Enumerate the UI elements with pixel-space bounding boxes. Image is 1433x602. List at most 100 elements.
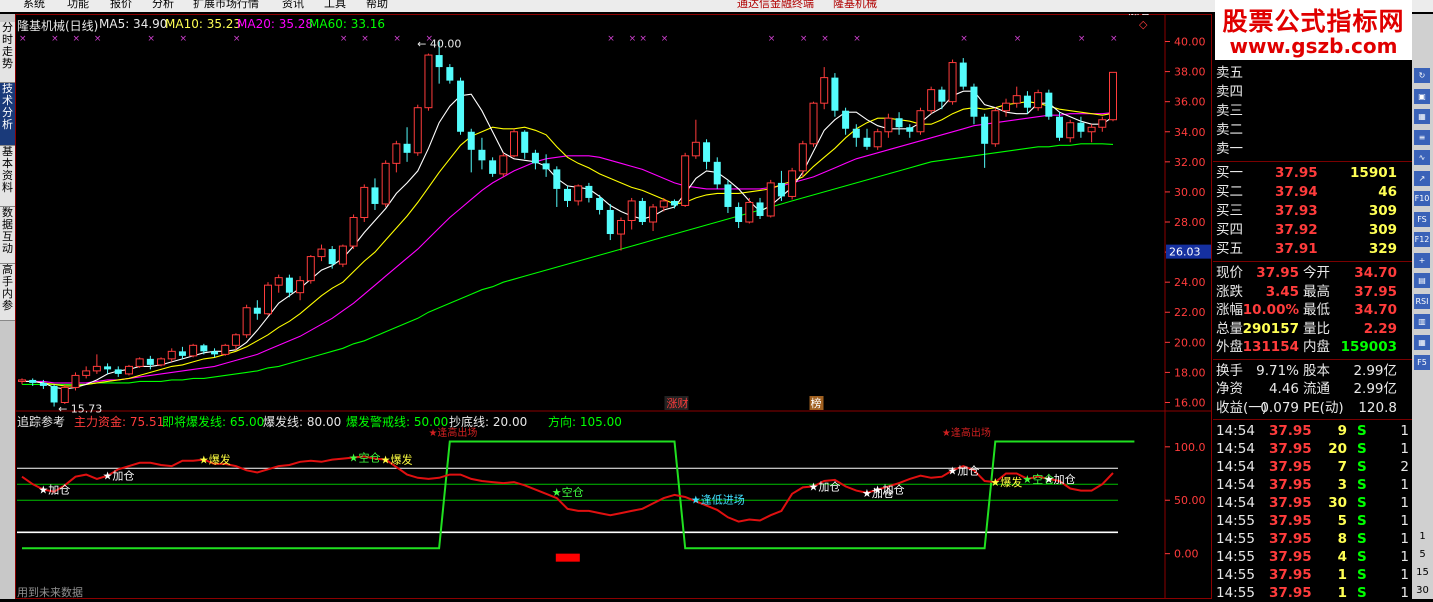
cross-marker: × [361, 34, 369, 44]
candle [895, 112, 903, 135]
candle [981, 113, 989, 168]
stat-label: 总量 [1216, 320, 1243, 337]
candle [531, 149, 539, 170]
menu-item-function[interactable]: 功能 [67, 0, 89, 10]
price-tag-label: 26.03 [1169, 246, 1201, 259]
candle [413, 104, 422, 156]
candle-body [457, 80, 465, 132]
tab-fundamentals[interactable]: 基本资料 [0, 146, 15, 207]
tab-data-interaction[interactable]: 数据互动 [0, 207, 15, 264]
order-book-sell-row: 卖五 [1213, 64, 1412, 82]
candle-body [82, 370, 91, 376]
candle [788, 167, 797, 200]
fs-icon[interactable]: F5 [1414, 355, 1430, 370]
list-icon[interactable]: ≡ [1414, 129, 1430, 145]
tick-price: 37.95 [1269, 441, 1312, 457]
stock-period-label: 隆基机械(日线) [17, 19, 99, 33]
candle-body [50, 385, 58, 403]
candle-body [553, 169, 561, 189]
candle-body [542, 163, 550, 170]
quote-stats-row: 收益(一) 0.079 PE(动) 120.8 [1213, 399, 1412, 417]
tick-time: 14:54 [1216, 459, 1255, 475]
candle-body [435, 55, 443, 68]
tick-row: 14:54 37.95 30 S 1 [1213, 494, 1412, 512]
cross-marker: × [768, 34, 776, 44]
candle-body [328, 249, 336, 265]
candle [92, 354, 101, 374]
ma10-line [22, 101, 1114, 387]
period-shortcut[interactable]: 30 [1414, 585, 1431, 596]
tab-expert-reference[interactable]: 高手内参 [0, 264, 15, 321]
cross-icon[interactable]: + [1414, 252, 1430, 268]
menu-item-news[interactable]: 资讯 [282, 0, 304, 10]
candle [403, 127, 411, 162]
candle [606, 203, 614, 241]
candle [820, 67, 829, 110]
candle [1109, 71, 1117, 122]
tick-count: 1 [1400, 513, 1409, 529]
candle-body [178, 351, 186, 356]
candle [467, 128, 475, 173]
rsi-icon[interactable]: RSI [1414, 293, 1430, 309]
stat-label: 今开 [1303, 265, 1330, 281]
tick-count: 2 [1400, 459, 1409, 475]
f1-icon[interactable]: ▥ [1414, 314, 1430, 329]
candle-body [135, 358, 144, 367]
candle-body [253, 307, 261, 314]
candle [381, 160, 390, 207]
candle [124, 364, 133, 376]
tick-volume: 9 [1337, 423, 1347, 439]
candle [948, 59, 957, 105]
price-tick-label: 24.00 [1174, 276, 1206, 289]
signal-markers: ← 40.00← 15.73× × × × × × × × × × × × × × × × × × × × × × ×◇涨财… [19, 18, 1148, 416]
table-icon[interactable]: ▦ [1414, 334, 1430, 350]
f10-icon[interactable]: F10 [1414, 191, 1430, 206]
menu-item-help[interactable]: 帮助 [366, 0, 388, 10]
candle-body [317, 248, 326, 258]
candle-body [114, 369, 122, 374]
period-shortcut[interactable]: 5 [1414, 549, 1431, 560]
menu-item-quote[interactable]: 报价 [110, 0, 132, 10]
indicator-direction: 方向: 105.00 [548, 415, 622, 429]
menu-item-system[interactable]: 系统 [23, 0, 45, 10]
tab-intraday[interactable]: 分时走势 [0, 22, 15, 83]
order-book-sell-row: 卖一 [1213, 140, 1412, 158]
window-icon[interactable]: ▣ [1414, 88, 1430, 104]
candle [317, 244, 326, 262]
f5-icon[interactable]: FS [1414, 211, 1430, 227]
order-book-buy-row: 买五 37.91 329 [1213, 240, 1412, 258]
candle [809, 101, 818, 147]
order-book-buy-row: 买四 37.92 309 [1213, 221, 1412, 239]
candle-body [403, 143, 411, 153]
cross-marker: × [179, 34, 187, 44]
candle [713, 157, 721, 189]
candle-body [681, 155, 690, 206]
grid-icon[interactable]: ▦ [1414, 109, 1430, 124]
candle [564, 185, 571, 207]
menu-item-extended-market[interactable]: 扩展市场行情 [193, 0, 259, 10]
candle-body [211, 351, 219, 355]
cross-marker: × [800, 34, 808, 44]
period-shortcut[interactable]: 15 [1414, 567, 1431, 578]
candle-body [991, 110, 1000, 145]
chart-canvas[interactable]: ← 40.00← 15.73× × × × × × × × × × × × × × × × × × × × × × ×◇涨财… [15, 14, 1213, 599]
indicator-main-fund: 主力资金: 75.51 [74, 415, 165, 429]
refresh-icon[interactable]: ↻ [1414, 68, 1430, 83]
candle-body [970, 86, 978, 117]
tick-row: 14:55 37.95 1 S 1 [1213, 566, 1412, 584]
menu-item-tools[interactable]: 工具 [324, 0, 346, 10]
menu-item-analysis[interactable]: 分析 [152, 0, 174, 10]
candle [392, 140, 401, 173]
signal-jiacang: ★加仓 [1044, 472, 1076, 486]
ma-icon[interactable]: ∿ [1414, 150, 1430, 165]
candle [884, 113, 893, 138]
tab-technical[interactable]: 技术分析 [0, 83, 15, 146]
chart-icon[interactable]: ▤ [1414, 273, 1430, 288]
candle-body [296, 280, 305, 294]
f12-icon[interactable]: F12 [1414, 232, 1430, 247]
period-shortcut[interactable]: 1 [1414, 531, 1431, 542]
left-nav: 分时走势 技术分析 基本资料 数据互动 高手内参 [0, 14, 15, 599]
tick-row: 14:54 37.95 3 S 1 [1213, 476, 1412, 494]
arrow-icon[interactable]: ↗ [1414, 170, 1430, 186]
candle [873, 128, 882, 150]
